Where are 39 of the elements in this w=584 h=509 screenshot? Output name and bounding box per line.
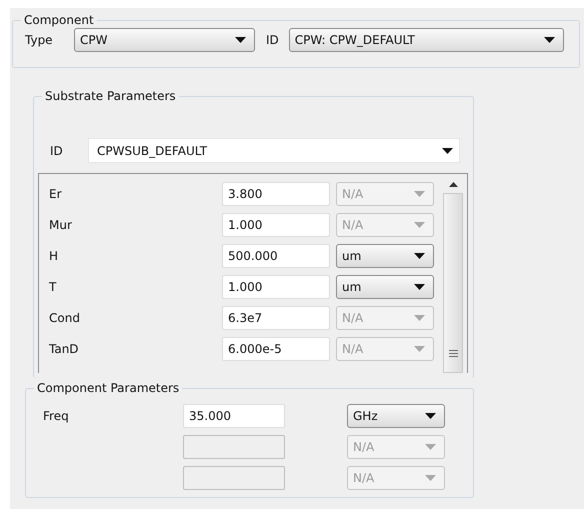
field-label: Type bbox=[25, 32, 54, 49]
caret-icon bbox=[414, 222, 425, 228]
parameter-name: T bbox=[49, 278, 58, 296]
scroll-up-icon[interactable] bbox=[448, 182, 458, 187]
parameter-name: Er bbox=[49, 186, 63, 202]
dropdown[interactable]: um bbox=[336, 244, 434, 268]
input-field[interactable]: 1.000 bbox=[222, 274, 330, 298]
caret-icon bbox=[235, 37, 246, 43]
caret-icon bbox=[442, 148, 453, 154]
group-title: Component bbox=[21, 12, 97, 28]
group-title: Component Parameters bbox=[34, 380, 182, 396]
input-field[interactable]: 35.000 bbox=[183, 404, 285, 428]
caret-icon bbox=[425, 474, 436, 480]
parameter-name: Mur bbox=[49, 216, 73, 234]
caret-icon bbox=[414, 252, 425, 258]
parameter-name: Freq bbox=[43, 408, 70, 424]
dropdown[interactable]: CPW: CPW_DEFAULT bbox=[288, 28, 564, 52]
input-field[interactable]: 6.000e-5 bbox=[222, 336, 330, 360]
dropdown[interactable]: GHz bbox=[347, 404, 445, 428]
caret-icon bbox=[414, 284, 425, 290]
parameter-name: H bbox=[49, 248, 60, 264]
parameter-name: Cond bbox=[49, 310, 81, 326]
field-label: ID bbox=[50, 142, 64, 160]
caret-icon bbox=[425, 444, 436, 450]
caret-icon bbox=[414, 346, 425, 352]
input-field[interactable]: 3.800 bbox=[222, 182, 330, 206]
caret-icon bbox=[544, 37, 555, 43]
parameter-name: TanD bbox=[49, 340, 80, 358]
caret-icon bbox=[414, 314, 425, 320]
input-field[interactable]: 500.000 bbox=[222, 244, 330, 268]
field-label: ID bbox=[266, 32, 279, 49]
input-field[interactable]: 1.000 bbox=[222, 212, 330, 236]
dropdown[interactable]: CPWSUB_DEFAULT bbox=[88, 138, 460, 163]
dropdown[interactable]: um bbox=[336, 274, 434, 298]
caret-icon bbox=[425, 412, 436, 418]
input-field[interactable]: 6.3e7 bbox=[222, 306, 330, 330]
caret-icon bbox=[414, 190, 425, 196]
grip-icon bbox=[448, 350, 458, 356]
dropdown[interactable]: CPW bbox=[74, 28, 255, 52]
